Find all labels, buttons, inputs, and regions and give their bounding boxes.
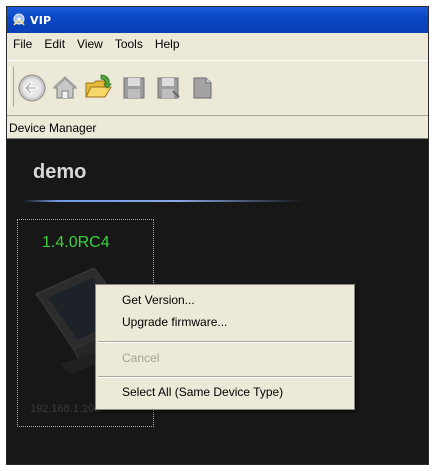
menu-item-cancel[interactable]: Cancel [122,351,159,365]
menu-item-get-version[interactable]: Get Version... [122,293,195,307]
open-folder-icon[interactable] [83,73,113,103]
page-icon[interactable] [187,73,217,103]
context-menu: Get Version... Upgrade firmware... Cance… [95,284,355,410]
toolbar-grip[interactable] [9,67,14,107]
menu-bar: File Edit View Tools Help [7,34,428,54]
menu-separator [98,376,352,378]
app-icon [13,13,25,26]
menu-help[interactable]: Help [149,34,186,54]
menu-edit[interactable]: Edit [38,34,71,54]
back-icon[interactable] [17,73,47,103]
device-manager-header: Device Manager [7,117,428,139]
group-underline [23,200,303,202]
menu-view[interactable]: View [71,34,109,54]
menu-file[interactable]: File [7,34,38,54]
menu-item-select-all[interactable]: Select All (Same Device Type) [122,385,283,399]
menu-tools[interactable]: Tools [109,34,149,54]
title-bar[interactable]: VIP [7,7,428,33]
toolbar [7,60,428,116]
app-window: VIP File Edit View Tools Help Device Man… [6,6,429,465]
window-title: VIP [30,13,52,27]
device-ip: 192.168.1.200 [30,403,101,415]
device-version: 1.4.0RC4 [42,234,110,251]
save-icon[interactable] [119,73,149,103]
menu-item-upgrade-firmware[interactable]: Upgrade firmware... [122,315,227,329]
save-as-icon[interactable] [153,73,183,103]
home-icon[interactable] [50,73,80,103]
menu-separator [98,341,352,343]
device-manager-label: Device Manager [9,120,97,135]
group-title: demo [33,161,87,183]
